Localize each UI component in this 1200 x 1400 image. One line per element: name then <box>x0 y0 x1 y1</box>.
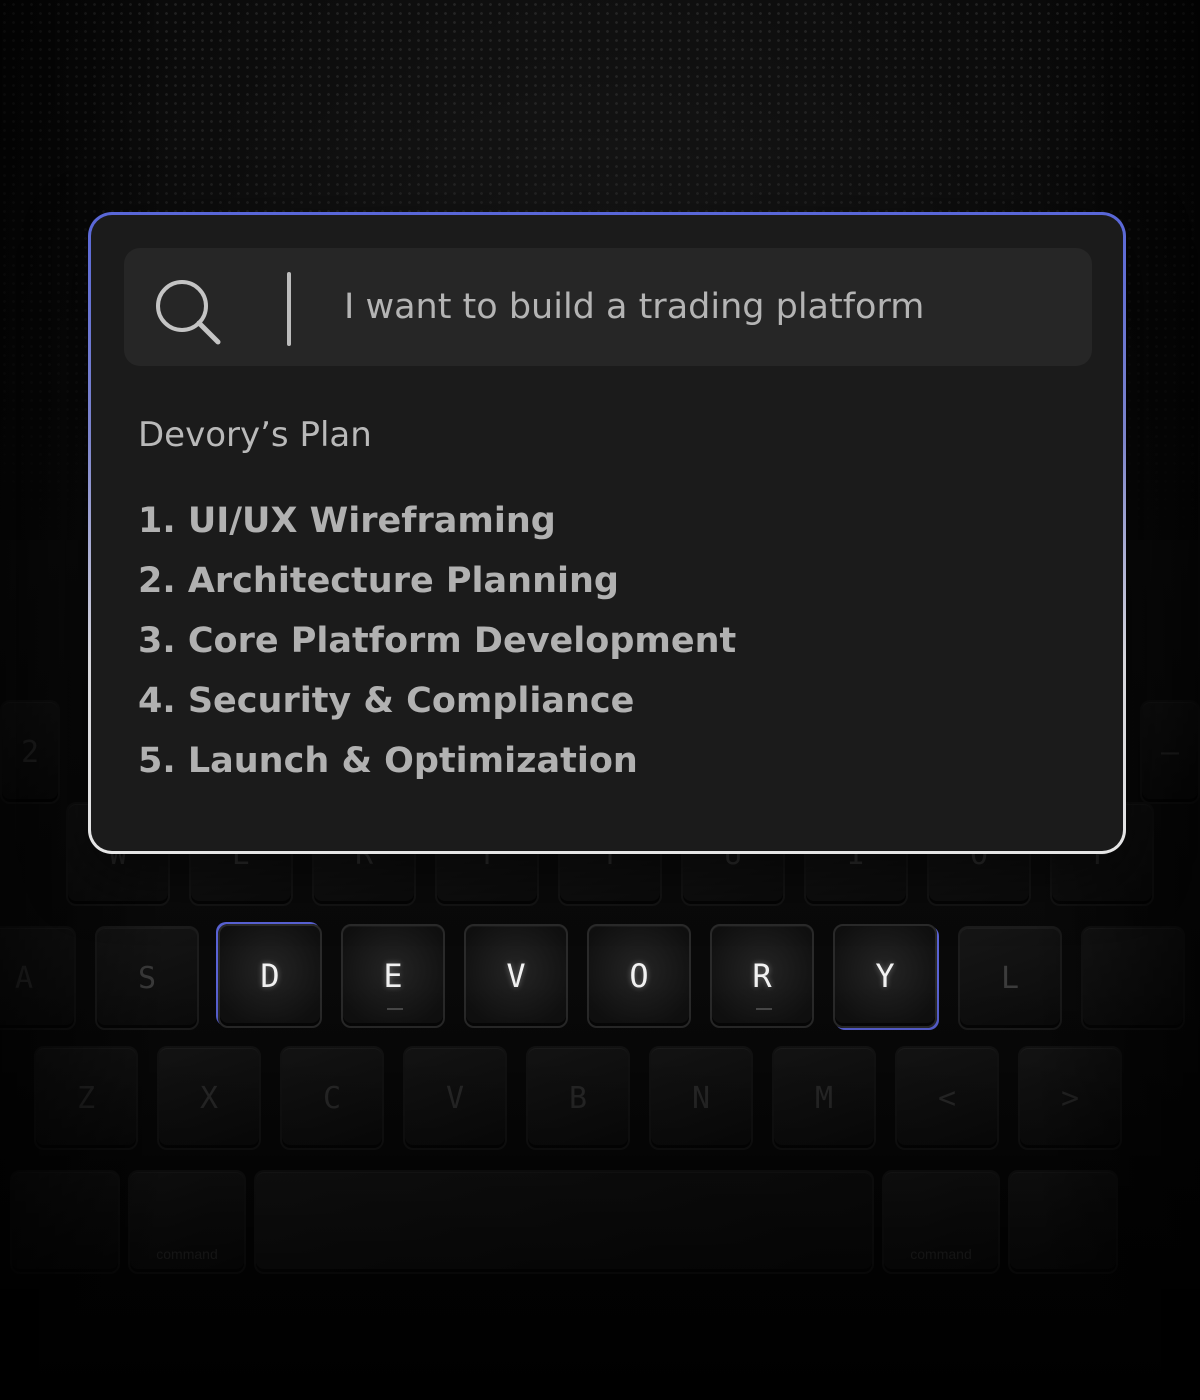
keyboard-key: S <box>95 926 199 1030</box>
keyboard-key <box>1081 926 1185 1030</box>
keyboard-key-command: command <box>882 1170 1000 1274</box>
key-label: L <box>1000 960 1020 996</box>
keyboard-key-e: E <box>341 924 445 1028</box>
key-label: D <box>260 957 280 995</box>
key-label: R <box>752 957 772 995</box>
key-label: 2 <box>20 734 40 770</box>
key-label: C <box>322 1080 342 1116</box>
key-label: V <box>445 1080 465 1116</box>
keyboard-key: L <box>958 926 1062 1030</box>
key-label: V <box>506 957 526 995</box>
keyboard-key <box>10 1170 120 1274</box>
keyboard-key: — <box>1140 700 1200 804</box>
plan-panel: Devory’s Plan 1. UI/UX Wireframing 2. Ar… <box>88 212 1126 854</box>
background-stage: 2 — W E R T Y U I O P A S D E V O R Y L … <box>0 0 1200 1400</box>
keyboard-key: < <box>895 1046 999 1150</box>
key-label: — <box>1160 734 1180 770</box>
keyboard-key <box>1008 1170 1118 1274</box>
keyboard-key-command: command <box>128 1170 246 1274</box>
keyboard-key: M <box>772 1046 876 1150</box>
search-input[interactable] <box>344 276 1064 338</box>
plan-title: Devory’s Plan <box>138 415 372 455</box>
key-label: command <box>156 1246 218 1262</box>
key-label: E <box>383 957 403 995</box>
key-label: M <box>814 1080 834 1116</box>
keyboard-key-v: V <box>464 924 568 1028</box>
key-label: command <box>910 1246 972 1262</box>
keyboard-key: Z <box>34 1046 138 1150</box>
home-bump <box>756 1008 772 1010</box>
key-label: Z <box>76 1080 96 1116</box>
plan-item: 2. Architecture Planning <box>138 561 619 601</box>
plan-item: 5. Launch & Optimization <box>138 741 638 781</box>
home-bump <box>387 1008 403 1010</box>
keyboard-key: > <box>1018 1046 1122 1150</box>
key-label: X <box>199 1080 219 1116</box>
key-label: > <box>1060 1080 1080 1116</box>
keyboard-key: A <box>0 926 76 1030</box>
key-label: Y <box>875 957 895 995</box>
keyboard-key: N <box>649 1046 753 1150</box>
text-caret <box>287 272 291 346</box>
plan-panel-body: Devory’s Plan 1. UI/UX Wireframing 2. Ar… <box>91 215 1123 851</box>
key-label: O <box>629 957 649 995</box>
plan-list: 1. UI/UX Wireframing 2. Architecture Pla… <box>138 497 736 797</box>
keyboard-key: V <box>403 1046 507 1150</box>
key-label: S <box>137 960 157 996</box>
keyboard-key: X <box>157 1046 261 1150</box>
keyboard-key: B <box>526 1046 630 1150</box>
keyboard-key: C <box>280 1046 384 1150</box>
keyboard-key: 2 <box>0 700 60 804</box>
keyboard-key-r: R <box>710 924 814 1028</box>
key-label: < <box>937 1080 957 1116</box>
search-icon[interactable] <box>152 276 224 348</box>
key-label: B <box>568 1080 588 1116</box>
key-label: N <box>691 1080 711 1116</box>
plan-item: 4. Security & Compliance <box>138 681 635 721</box>
search-bar[interactable] <box>124 248 1092 366</box>
key-label: A <box>14 960 34 996</box>
plan-item: 1. UI/UX Wireframing <box>138 501 556 541</box>
keyboard-key-y: Y <box>833 924 937 1028</box>
keyboard-key-o: O <box>587 924 691 1028</box>
plan-item: 3. Core Platform Development <box>138 621 737 661</box>
keyboard-key-d: D <box>218 924 322 1028</box>
keyboard-key-space <box>254 1170 874 1274</box>
